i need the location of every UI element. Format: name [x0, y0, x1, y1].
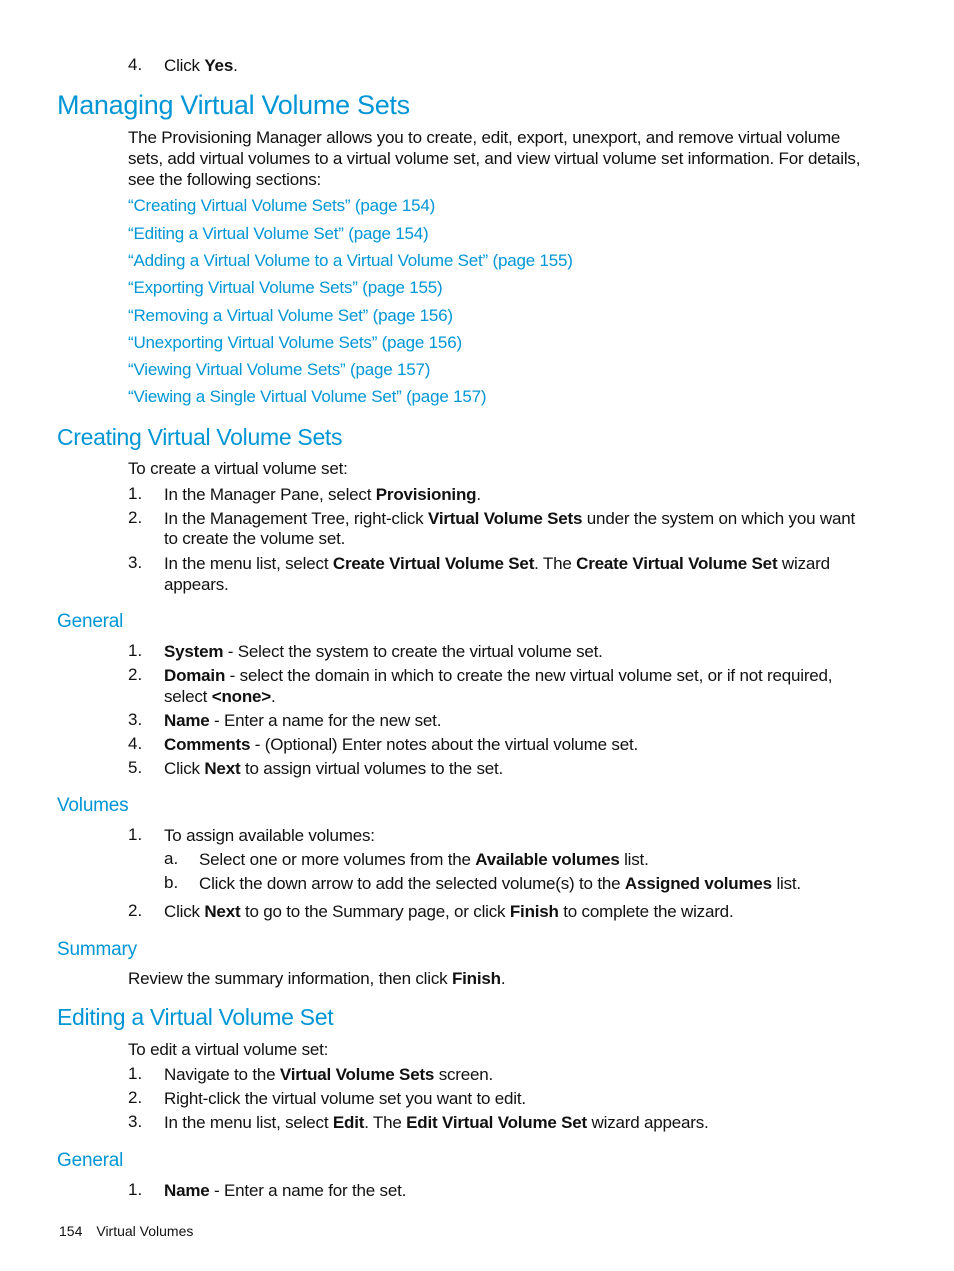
link-removing-virtual-volume-set[interactable]: “Removing a Virtual Volume Set” (page 15…	[128, 306, 453, 326]
substep-letter: b.	[164, 873, 179, 892]
step-number: 1.	[128, 641, 143, 660]
heading-creating-virtual-volume-sets: Creating Virtual Volume Sets	[57, 424, 343, 450]
step-number: 2.	[128, 1088, 143, 1107]
step-number: 3.	[128, 710, 143, 729]
link-viewing-virtual-volume-sets[interactable]: “Viewing Virtual Volume Sets” (page 157)	[128, 360, 430, 380]
heading-general-edit: General	[57, 1150, 124, 1171]
step-number: 2.	[128, 508, 143, 527]
step-text: In the menu list, select Create Virtual …	[164, 554, 830, 573]
step-number: 3.	[128, 553, 143, 572]
step-number: 2.	[128, 665, 143, 684]
step-text: Click Next to assign virtual volumes to …	[164, 759, 504, 778]
intro-line-2: sets, add virtual volumes to a virtual v…	[128, 149, 861, 168]
step-text-continued: select <none>.	[164, 687, 276, 706]
step-number: 2.	[128, 901, 143, 920]
summary-text: Review the summary information, then cli…	[128, 969, 506, 988]
heading-volumes: Volumes	[57, 795, 129, 816]
link-editing-virtual-volume-set[interactable]: “Editing a Virtual Volume Set” (page 154…	[128, 224, 429, 244]
step-text: Domain - select the domain in which to c…	[164, 666, 833, 685]
substep-letter: a.	[164, 849, 179, 868]
step-text: Click Next to go to the Summary page, or…	[164, 902, 734, 921]
heading-general: General	[57, 611, 124, 632]
link-unexporting-virtual-volume-sets[interactable]: “Unexporting Virtual Volume Sets” (page …	[128, 333, 462, 353]
step-text-continued: appears.	[164, 575, 229, 594]
link-exporting-virtual-volume-sets[interactable]: “Exporting Virtual Volume Sets” (page 15…	[128, 278, 443, 298]
step-text: In the Manager Pane, select Provisioning…	[164, 485, 481, 504]
creating-intro: To create a virtual volume set:	[128, 459, 348, 478]
step-text: Click Yes.	[164, 56, 238, 75]
step-text: Name - Enter a name for the new set.	[164, 711, 442, 730]
step-number: 1.	[128, 1180, 143, 1199]
step-text: Comments - (Optional) Enter notes about …	[164, 735, 639, 754]
heading-managing-virtual-volume-sets: Managing Virtual Volume Sets	[57, 90, 410, 120]
document-page: 4. Click Yes. Managing Virtual Volume Se…	[0, 0, 954, 1271]
step-text: To assign available volumes:	[164, 826, 375, 845]
intro-line-1: The Provisioning Manager allows you to c…	[128, 128, 841, 147]
step-text: In the menu list, select Edit. The Edit …	[164, 1113, 709, 1132]
step-number: 1.	[128, 825, 143, 844]
step-number: 3.	[128, 1112, 143, 1131]
substep-text: Click the down arrow to add the selected…	[199, 874, 801, 893]
step-number: 1.	[128, 1064, 143, 1083]
step-number: 5.	[128, 758, 143, 777]
page-footer: 154 Virtual Volumes	[59, 1223, 193, 1239]
step-text: Right-click the virtual volume set you w…	[164, 1089, 526, 1108]
step-text-continued: to create the volume set.	[164, 529, 346, 548]
step-number: 1.	[128, 484, 143, 503]
link-viewing-single-virtual-volume-set[interactable]: “Viewing a Single Virtual Volume Set” (p…	[128, 387, 487, 407]
step-number: 4.	[128, 55, 143, 74]
substep-text: Select one or more volumes from the Avai…	[199, 850, 649, 869]
link-adding-virtual-volume[interactable]: “Adding a Virtual Volume to a Virtual Vo…	[128, 251, 573, 271]
step-text: In the Management Tree, right-click Virt…	[164, 509, 855, 528]
step-text: System - Select the system to create the…	[164, 642, 603, 661]
intro-line-3: see the following sections:	[128, 170, 322, 189]
heading-editing-virtual-volume-set: Editing a Virtual Volume Set	[57, 1004, 334, 1030]
step-text: Name - Enter a name for the set.	[164, 1181, 407, 1200]
step-number: 4.	[128, 734, 143, 753]
editing-intro: To edit a virtual volume set:	[128, 1040, 329, 1059]
step-text: Navigate to the Virtual Volume Sets scre…	[164, 1065, 494, 1084]
page-number: 154	[59, 1223, 83, 1239]
footer-section-title: Virtual Volumes	[96, 1223, 194, 1239]
heading-summary: Summary	[57, 939, 137, 960]
link-creating-virtual-volume-sets[interactable]: “Creating Virtual Volume Sets” (page 154…	[128, 196, 435, 216]
